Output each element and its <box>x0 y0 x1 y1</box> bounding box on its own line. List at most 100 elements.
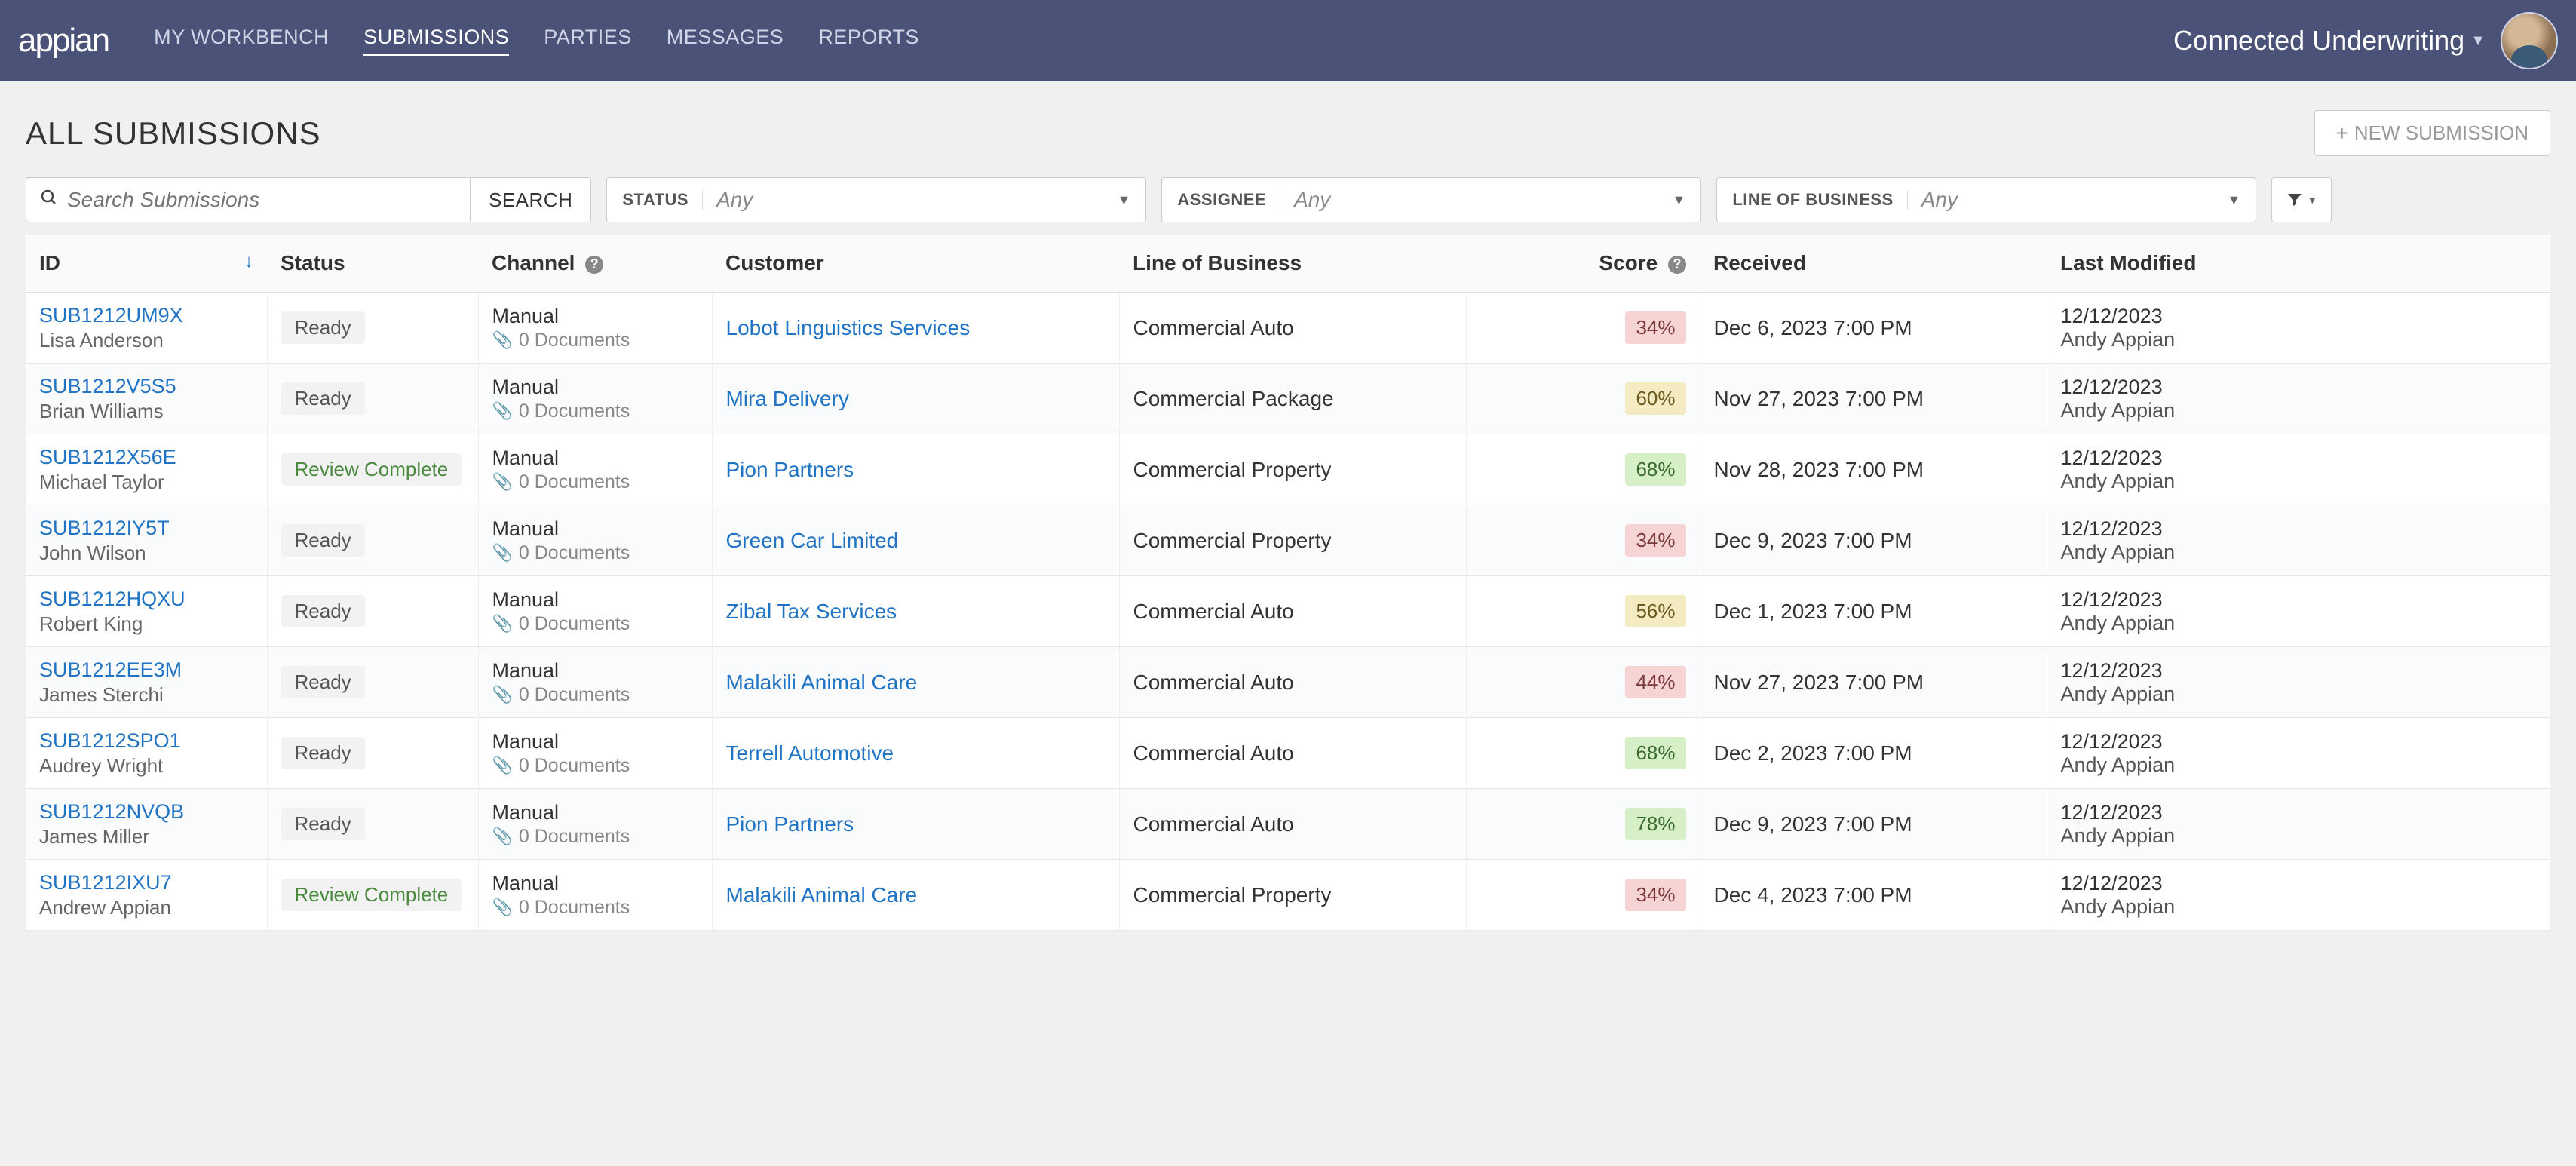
nav-item-parties[interactable]: PARTIES <box>544 26 632 56</box>
modified-by: Andy Appian <box>2061 683 2538 706</box>
col-header-received[interactable]: Received <box>1700 235 2047 293</box>
new-submission-button[interactable]: + NEW SUBMISSION <box>2314 110 2551 156</box>
status-badge: Ready <box>281 311 365 344</box>
col-header-modified[interactable]: Last Modified <box>2047 235 2550 293</box>
status-badge: Ready <box>281 737 365 769</box>
submission-id-link[interactable]: SUB1212HQXU <box>39 588 186 610</box>
user-avatar[interactable] <box>2501 12 2558 69</box>
modified-date: 12/12/2023 <box>2061 305 2538 328</box>
app-switcher[interactable]: Connected Underwriting ▼ <box>2173 25 2486 57</box>
nav-item-my-workbench[interactable]: MY WORKBENCH <box>154 26 329 56</box>
submission-id-link[interactable]: SUB1212IY5T <box>39 517 170 539</box>
nav-item-submissions[interactable]: SUBMISSIONS <box>363 26 509 56</box>
col-header-channel[interactable]: Channel ? <box>478 235 712 293</box>
paperclip-icon: 📎 <box>492 898 513 917</box>
submission-id-link[interactable]: SUB1212EE3M <box>39 658 182 681</box>
col-header-customer[interactable]: Customer <box>712 235 1119 293</box>
score-badge: 34% <box>1625 311 1685 344</box>
lob-value: Commercial Auto <box>1119 789 1466 860</box>
search-box[interactable] <box>26 177 471 222</box>
customer-link[interactable]: Green Car Limited <box>726 529 899 552</box>
modified-date: 12/12/2023 <box>2061 659 2538 683</box>
customer-link[interactable]: Lobot Linguistics Services <box>726 316 971 339</box>
lob-value: Commercial Auto <box>1119 718 1466 789</box>
received-date: Dec 9, 2023 7:00 PM <box>1700 505 2047 576</box>
customer-link[interactable]: Terrell Automotive <box>726 741 894 765</box>
lob-value: Commercial Auto <box>1119 293 1466 364</box>
documents-count: 📎0 Documents <box>492 542 698 564</box>
submission-id-link[interactable]: SUB1212NVQB <box>39 800 184 823</box>
assignee-filter-label: ASSIGNEE <box>1177 190 1280 210</box>
modified-by: Andy Appian <box>2061 541 2538 564</box>
col-header-status[interactable]: Status <box>267 235 478 293</box>
modified-date: 12/12/2023 <box>2061 872 2538 895</box>
chevron-down-icon: ▼ <box>1673 192 1686 208</box>
page-title: ALL SUBMISSIONS <box>26 115 321 152</box>
assignee-filter[interactable]: ASSIGNEE Any ▼ <box>1161 177 1701 222</box>
plus-icon: + <box>2336 123 2348 144</box>
score-badge: 60% <box>1625 382 1685 415</box>
lob-filter-label: LINE OF BUSINESS <box>1732 190 1907 210</box>
line-of-business-filter[interactable]: LINE OF BUSINESS Any ▼ <box>1716 177 2256 222</box>
submission-id-link[interactable]: SUB1212UM9X <box>39 304 183 327</box>
search-input[interactable] <box>67 188 456 212</box>
customer-link[interactable]: Pion Partners <box>726 458 854 481</box>
submission-id-link[interactable]: SUB1212V5S5 <box>39 375 176 397</box>
customer-link[interactable]: Mira Delivery <box>726 387 849 410</box>
status-filter-value: Any <box>716 188 1106 212</box>
customer-link[interactable]: Pion Partners <box>726 812 854 836</box>
documents-count: 📎0 Documents <box>492 897 698 919</box>
nav-item-messages[interactable]: MESSAGES <box>667 26 784 56</box>
submission-owner: Audrey Wright <box>39 754 253 778</box>
status-badge: Ready <box>281 382 365 415</box>
col-header-lob[interactable]: Line of Business <box>1119 235 1466 293</box>
score-badge: 34% <box>1625 524 1685 557</box>
modified-date: 12/12/2023 <box>2061 376 2538 399</box>
modified-by: Andy Appian <box>2061 470 2538 493</box>
modified-by: Andy Appian <box>2061 753 2538 777</box>
col-header-score[interactable]: Score ? <box>1466 235 1700 293</box>
col-header-id[interactable]: ID ↓ <box>26 235 267 293</box>
received-date: Dec 9, 2023 7:00 PM <box>1700 789 2047 860</box>
received-date: Nov 28, 2023 7:00 PM <box>1700 434 2047 505</box>
received-date: Dec 1, 2023 7:00 PM <box>1700 576 2047 647</box>
submission-owner: James Miller <box>39 825 253 848</box>
filter-bar: SEARCH STATUS Any ▼ ASSIGNEE Any ▼ LINE … <box>26 177 2550 222</box>
help-icon[interactable]: ? <box>585 256 603 274</box>
submission-id-link[interactable]: SUB1212SPO1 <box>39 729 181 752</box>
paperclip-icon: 📎 <box>492 401 513 421</box>
search-button[interactable]: SEARCH <box>471 177 591 222</box>
submission-id-link[interactable]: SUB1212X56E <box>39 446 176 468</box>
received-date: Dec 4, 2023 7:00 PM <box>1700 860 2047 931</box>
lob-value: Commercial Auto <box>1119 647 1466 718</box>
nav-item-reports[interactable]: REPORTS <box>818 26 919 56</box>
received-date: Dec 2, 2023 7:00 PM <box>1700 718 2047 789</box>
channel-value: Manual <box>492 659 698 683</box>
score-badge: 78% <box>1625 808 1685 840</box>
chevron-down-icon: ▼ <box>2228 192 2241 208</box>
lob-filter-value: Any <box>1921 188 2217 212</box>
table-row: SUB1212HQXU Robert King Ready Manual 📎0 … <box>26 576 2550 647</box>
channel-value: Manual <box>492 446 698 470</box>
advanced-filter-button[interactable]: ▼ <box>2271 177 2332 222</box>
main-nav: MY WORKBENCH SUBMISSIONS PARTIES MESSAGES RE… <box>154 26 2173 56</box>
table-row: SUB1212NVQB James Miller Ready Manual 📎0… <box>26 789 2550 860</box>
customer-link[interactable]: Malakili Animal Care <box>726 670 918 694</box>
submission-owner: Brian Williams <box>39 400 253 423</box>
documents-count: 📎0 Documents <box>492 330 698 351</box>
table-row: SUB1212SPO1 Audrey Wright Ready Manual 📎… <box>26 718 2550 789</box>
status-badge: Ready <box>281 666 365 698</box>
customer-link[interactable]: Zibal Tax Services <box>726 600 897 623</box>
submission-owner: James Sterchi <box>39 683 253 707</box>
channel-value: Manual <box>492 588 698 612</box>
status-filter[interactable]: STATUS Any ▼ <box>606 177 1146 222</box>
help-icon[interactable]: ? <box>1668 256 1686 274</box>
submission-owner: Andrew Appian <box>39 896 253 919</box>
documents-count: 📎0 Documents <box>492 826 698 848</box>
documents-count: 📎0 Documents <box>492 400 698 422</box>
submission-id-link[interactable]: SUB1212IXU7 <box>39 871 172 894</box>
documents-count: 📎0 Documents <box>492 755 698 777</box>
customer-link[interactable]: Malakili Animal Care <box>726 883 918 907</box>
appian-logo[interactable]: appian <box>18 22 109 60</box>
new-submission-label: NEW SUBMISSION <box>2354 121 2528 145</box>
